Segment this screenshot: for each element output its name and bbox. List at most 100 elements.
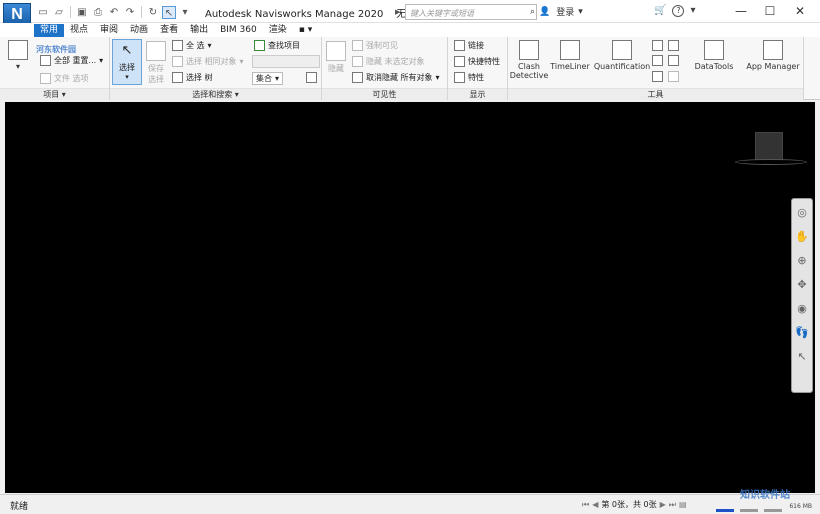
undo-icon[interactable]: ↶ <box>107 6 121 19</box>
datatools-button[interactable]: DataTools <box>692 40 736 71</box>
append-icon <box>8 40 28 60</box>
login-button[interactable]: 登录 <box>556 5 574 18</box>
redlines-icon[interactable] <box>668 70 679 82</box>
panel-label-tools: 工具 <box>508 88 803 100</box>
links-button[interactable]: 链接 <box>454 40 484 51</box>
quick-access-toolbar: ▭ ▱ ▣ ⎙ ↶ ↷ ↻ ↖ ▾ <box>36 5 192 19</box>
tools-small-grid <box>652 40 686 84</box>
save-selection-button[interactable]: 保存 选择 <box>146 41 166 85</box>
reset-icon <box>40 55 51 66</box>
refresh-icon[interactable]: ↻ <box>146 6 160 19</box>
save-selection-icon <box>146 41 166 61</box>
minimize-button[interactable]: — <box>726 2 756 20</box>
quick-properties-icon <box>454 56 465 67</box>
close-button[interactable]: ✕ <box>785 2 815 20</box>
walk-icon[interactable]: 👣 <box>795 325 809 341</box>
panel-label-project[interactable]: 项目 ▾ <box>0 88 109 100</box>
timeliner-button[interactable]: TimeLiner <box>550 40 590 71</box>
tab-output[interactable]: 输出 <box>184 24 214 37</box>
prev-page-icon[interactable]: ◀ <box>592 500 598 509</box>
sets-dropdown[interactable]: 集合 ▾ <box>252 72 284 85</box>
user-icon[interactable]: 👤 <box>539 7 550 17</box>
tab-review[interactable]: 审阅 <box>94 24 124 37</box>
require-visible-button[interactable]: 强制可见 <box>352 40 398 51</box>
zoom-icon[interactable]: ⊕ <box>795 253 809 269</box>
quick-properties-button[interactable]: 快捷特性 <box>454 56 500 67</box>
sheet-browser-icon[interactable]: ▤ <box>679 500 687 509</box>
hide-unselected-button[interactable]: 隐藏 未选定对象 <box>352 56 425 67</box>
next-page-icon[interactable]: ▶ <box>660 500 666 509</box>
title-bar: N ▭ ▱ ▣ ⎙ ↶ ↷ ↻ ↖ ▾ Autodesk Navisworks … <box>0 0 820 25</box>
appearance-profiler-icon[interactable] <box>652 55 663 67</box>
pan-icon[interactable]: ✋ <box>795 229 809 245</box>
animator-icon[interactable] <box>652 40 663 51</box>
look-around-icon[interactable]: ◉ <box>795 301 809 317</box>
select-cursor-icon[interactable]: ↖ <box>162 5 176 19</box>
login-dropdown-icon[interactable]: ▾ <box>578 7 583 17</box>
new-file-icon[interactable]: ▭ <box>36 6 50 19</box>
tab-animation[interactable]: 动画 <box>124 24 154 37</box>
reset-all-button[interactable]: 全部 重置... ▾ <box>40 55 103 66</box>
tab-extra-dropdown-icon[interactable]: ▪ ▾ <box>293 24 318 37</box>
first-page-icon[interactable]: ⏮ <box>582 500 589 510</box>
clash-detective-button[interactable]: Clash Detective <box>510 40 548 80</box>
search-input[interactable]: 键入关键字或短语 <box>405 4 537 20</box>
compare-icon[interactable] <box>652 70 663 82</box>
select-same-button[interactable]: 选择 相同对象 ▾ <box>172 56 244 67</box>
select-all-icon <box>172 40 183 51</box>
redo-icon[interactable]: ↷ <box>123 6 137 19</box>
panel-display: 链接 快捷特性 特性 显示 <box>448 37 508 100</box>
select-button[interactable]: ↖ 选择 ▾ <box>112 39 142 85</box>
memory-usage: 616 MB <box>789 503 812 510</box>
append-button[interactable]: ▾ <box>8 40 28 71</box>
watermark-bottom: 知识软件站 <box>740 490 790 501</box>
infocenter-tools: ⌕ 👤 登录 ▾ <box>530 5 583 19</box>
steering-wheel-icon[interactable]: ◎ <box>795 205 809 221</box>
save-icon[interactable]: ▣ <box>75 6 89 19</box>
hide-button[interactable]: 隐藏 <box>326 41 346 74</box>
navigation-bar: ◎ ✋ ⊕ ✥ ◉ 👣 ↖ <box>791 198 813 393</box>
page-count: 第 0张，共 0张 <box>601 500 657 509</box>
app-manager-icon <box>763 40 783 60</box>
tab-view[interactable]: 查看 <box>154 24 184 37</box>
selection-tree-button[interactable]: 选择 树 <box>172 72 213 83</box>
open-file-icon[interactable]: ▱ <box>52 6 66 19</box>
last-page-icon[interactable]: ⏭ <box>669 500 676 510</box>
tab-bim360[interactable]: BIM 360 <box>214 24 263 37</box>
tab-viewpoint[interactable]: 视点 <box>64 24 94 37</box>
help-dropdown-icon[interactable]: ▾ <box>690 5 695 17</box>
binoculars-icon[interactable]: ⌕ <box>530 7 535 17</box>
select-all-button[interactable]: 全 选 ▾ <box>172 40 212 51</box>
quick-find-input[interactable] <box>252 55 320 68</box>
cart-icon[interactable]: 🛒 <box>654 5 666 17</box>
application-menu-button[interactable]: N <box>3 3 31 25</box>
select-same-icon <box>172 56 183 67</box>
maximize-button[interactable]: ☐ <box>755 2 785 20</box>
tab-render[interactable]: 渲染 <box>263 24 293 37</box>
print-icon[interactable]: ⎙ <box>91 6 105 19</box>
load-progress-bar <box>740 509 758 512</box>
unhide-icon <box>352 72 363 83</box>
selection-tree-icon <box>172 72 183 83</box>
qat-dropdown-icon[interactable]: ▾ <box>178 6 192 19</box>
orbit-icon[interactable]: ✥ <box>795 277 809 293</box>
find-items-button[interactable]: 查找项目 <box>254 40 300 51</box>
unhide-all-button[interactable]: 取消隐藏 所有对象 ▾ <box>352 72 440 83</box>
quantification-button[interactable]: Quantification <box>594 40 650 71</box>
help-icon[interactable]: ? <box>672 5 685 17</box>
panel-label-select-search[interactable]: 选择和搜索 ▾ <box>110 88 321 100</box>
search-expand-icon[interactable]: ▶ <box>395 4 405 20</box>
tab-home[interactable]: 常用 <box>34 24 65 37</box>
app-manager-button[interactable]: App Manager <box>742 40 804 71</box>
viewcube-compass[interactable] <box>735 159 807 165</box>
select-icon[interactable]: ↖ <box>795 349 809 365</box>
viewcube[interactable] <box>755 132 783 160</box>
properties-button[interactable]: 特性 <box>454 72 484 83</box>
manage-sets-button[interactable] <box>306 72 317 83</box>
sheet-navigator: ⏮ ◀ 第 0张，共 0张 ▶ ⏭ ▤ <box>582 499 687 510</box>
batch-utility-icon[interactable] <box>668 55 679 67</box>
find-items-icon <box>254 40 265 51</box>
scene-viewport[interactable]: ◎ ✋ ⊕ ✥ ◉ 👣 ↖ <box>5 102 815 493</box>
scripter-icon[interactable] <box>668 40 679 51</box>
file-options-button[interactable]: 文件 选项 <box>40 73 89 84</box>
